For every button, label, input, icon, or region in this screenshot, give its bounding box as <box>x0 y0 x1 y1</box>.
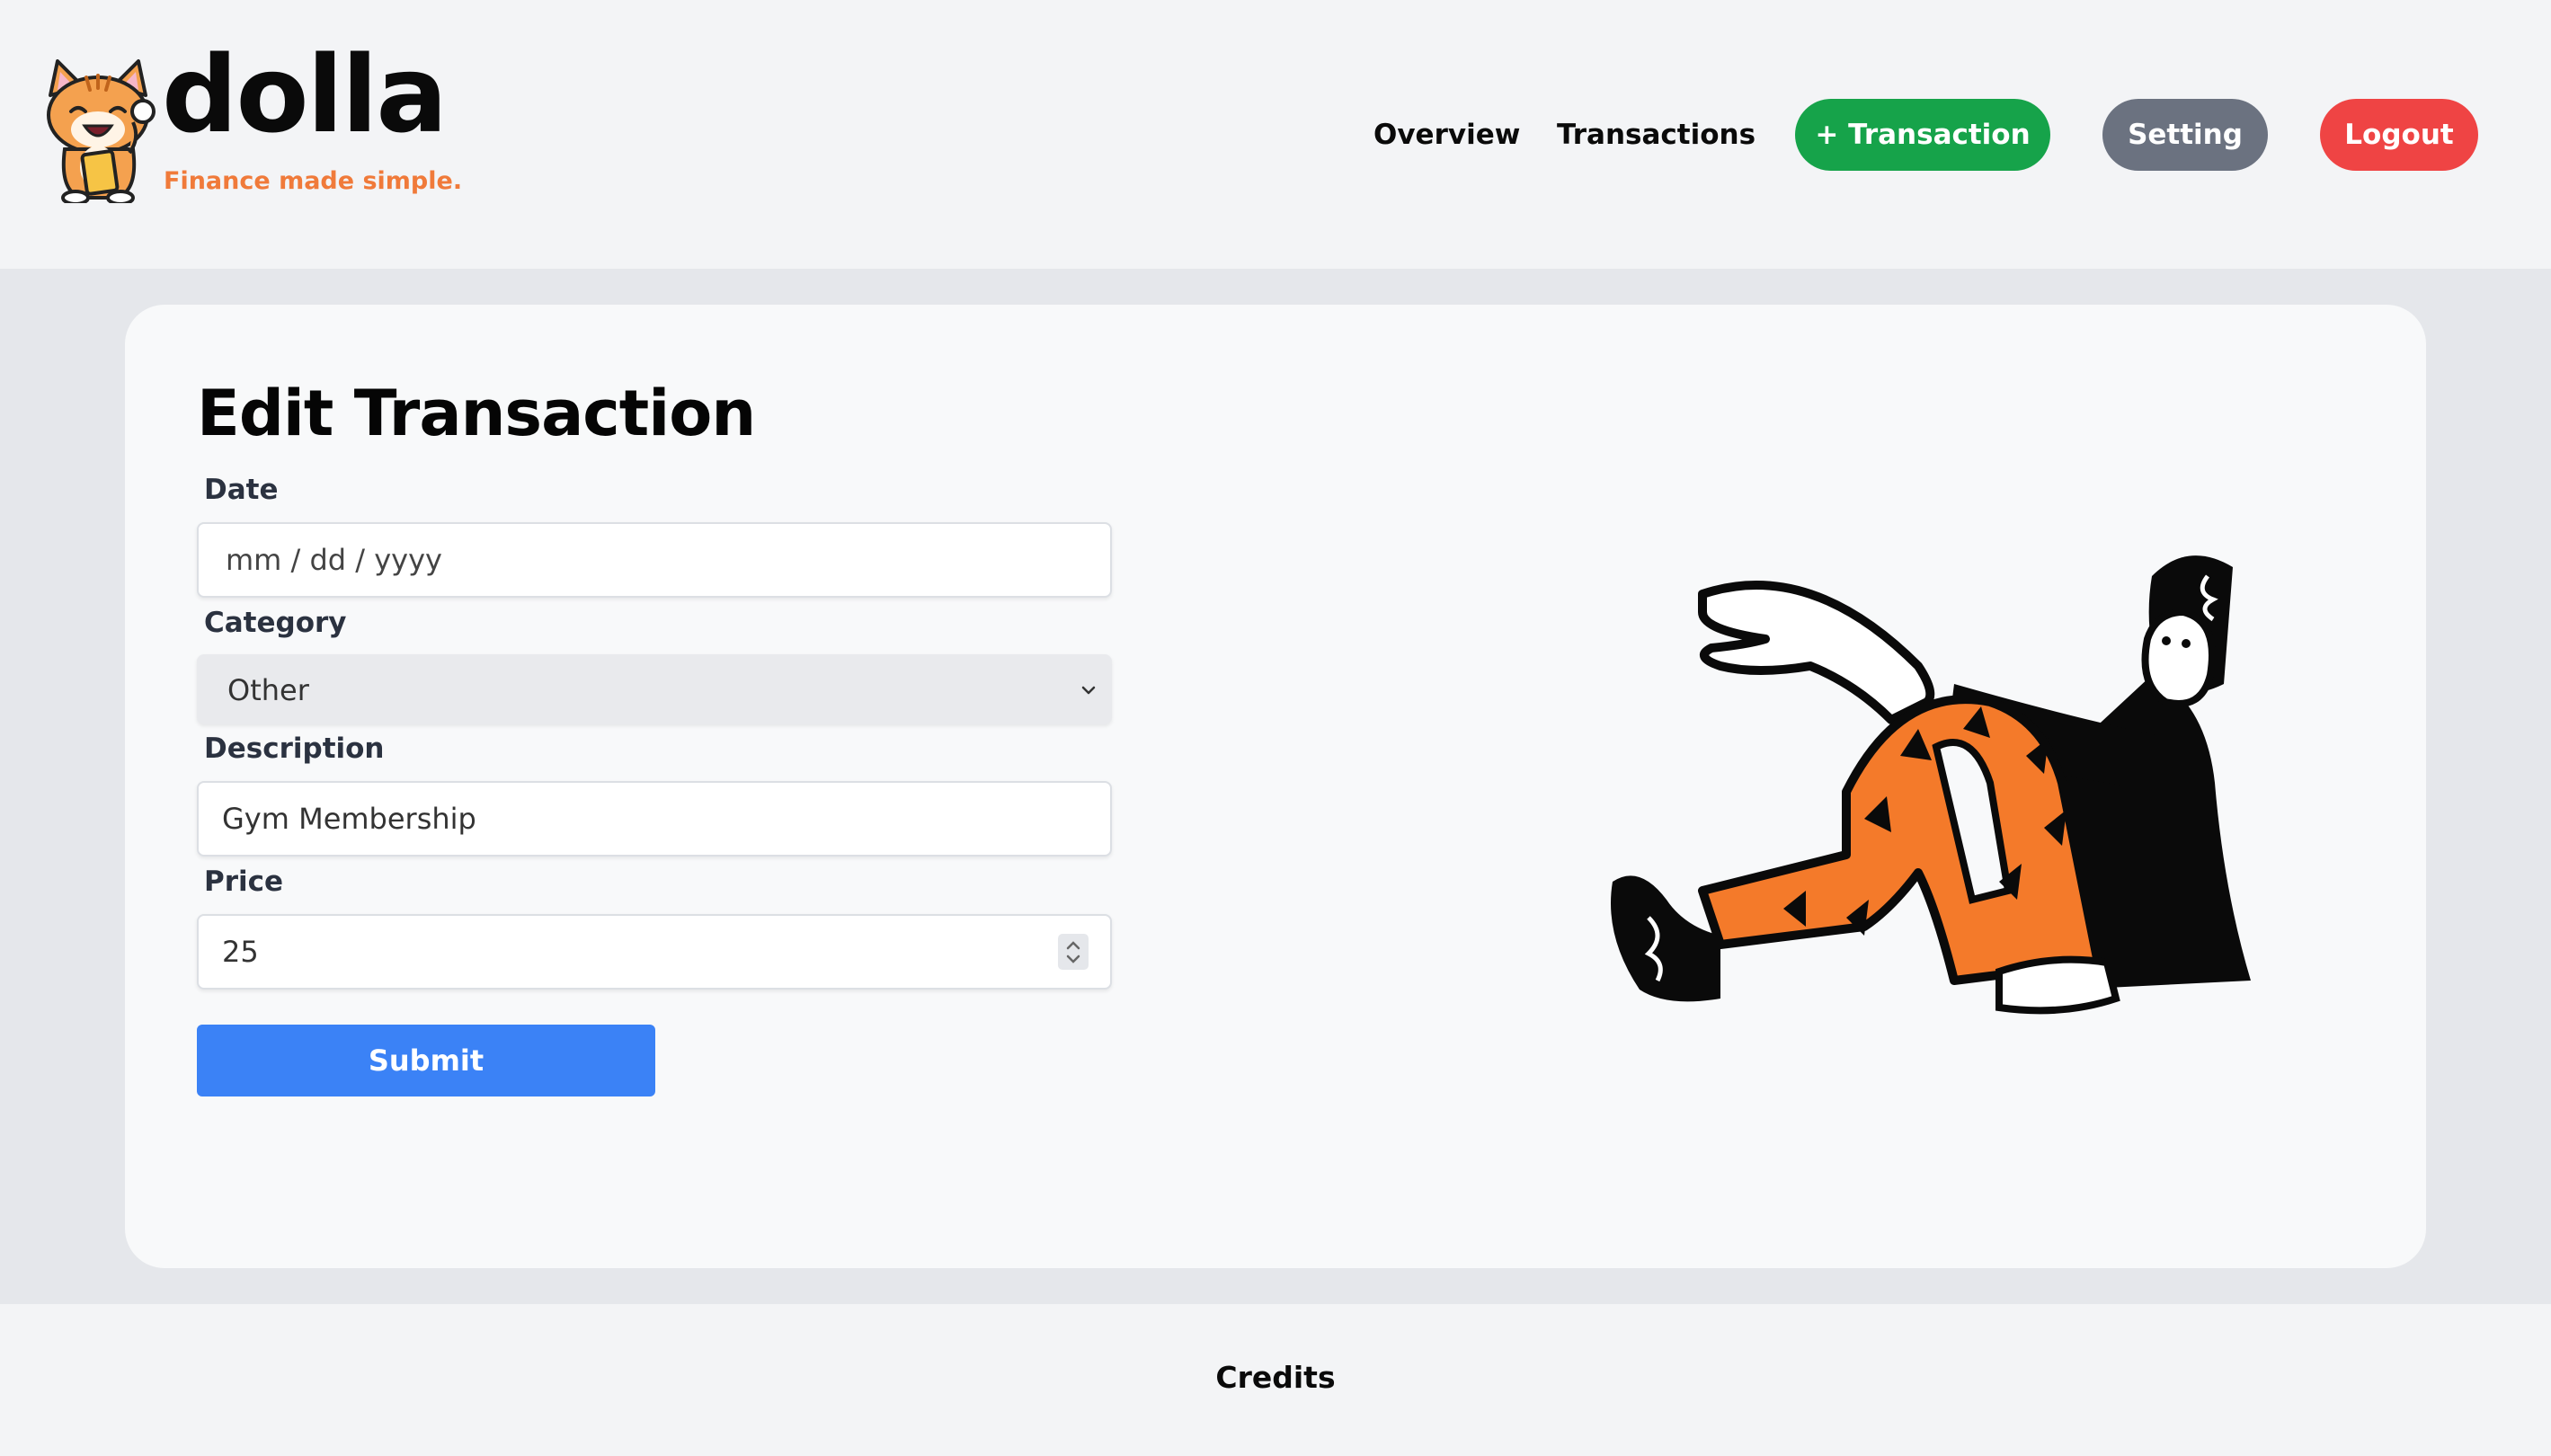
nav-overview-link[interactable]: Overview <box>1373 99 1520 171</box>
site-header: dolla Finance made simple. Overview Tran… <box>0 0 2551 269</box>
number-spinner[interactable] <box>1058 934 1089 970</box>
reclining-person-illustration <box>1611 555 2251 1015</box>
price-input[interactable]: 25 <box>197 914 1112 990</box>
price-value: 25 <box>222 935 259 969</box>
setting-button[interactable]: Setting <box>2102 99 2268 171</box>
date-placeholder: mm / dd / yyyy <box>226 543 442 577</box>
description-input[interactable]: Gym Membership <box>197 781 1112 857</box>
logout-button[interactable]: Logout <box>2320 99 2478 171</box>
submit-button[interactable]: Submit <box>197 1025 655 1096</box>
date-label: Date <box>204 474 279 506</box>
cat-mascot-icon <box>47 59 156 203</box>
site-footer: Credits <box>0 1304 2551 1456</box>
description-label: Description <box>204 732 385 765</box>
category-select[interactable]: Other <box>197 654 1112 724</box>
nav-transactions-link[interactable]: Transactions <box>1557 99 1755 171</box>
category-label: Category <box>204 607 347 639</box>
spinner-arrows-icon <box>1066 941 1080 963</box>
credits-link[interactable]: Credits <box>0 1360 2551 1395</box>
edit-transaction-card: Edit Transaction Date mm / dd / yyyy Cat… <box>125 305 2426 1268</box>
category-value: Other <box>227 673 309 707</box>
page-title: Edit Transaction <box>197 377 756 450</box>
price-label: Price <box>204 866 284 898</box>
brand-logo[interactable]: dolla Finance made simple. <box>31 41 462 209</box>
description-value: Gym Membership <box>222 802 476 836</box>
chevron-down-icon <box>1081 686 1096 695</box>
brand-tagline: Finance made simple. <box>164 167 463 195</box>
date-input[interactable]: mm / dd / yyyy <box>197 522 1112 598</box>
add-transaction-button[interactable]: + Transaction <box>1795 99 2050 171</box>
brand-name: dolla <box>162 32 448 156</box>
